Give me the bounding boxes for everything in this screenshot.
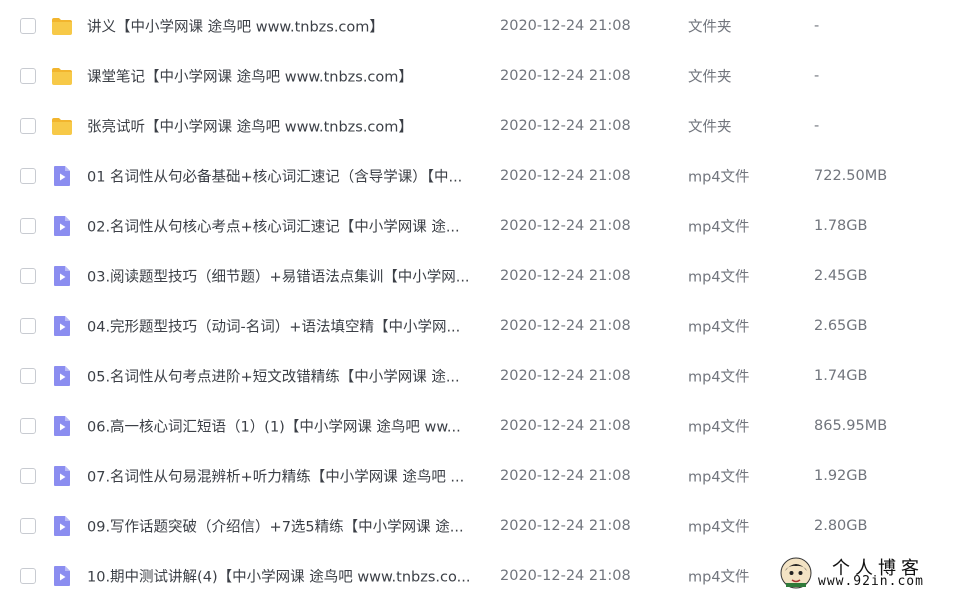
file-size: 1.78GB (814, 218, 868, 234)
file-type: mp4文件 (688, 569, 750, 586)
file-type: mp4文件 (688, 169, 750, 186)
file-row[interactable]: 07.名词性从句易混辨析+听力精练【中小学网课 途鸟吧 ... 2020-12-2… (0, 451, 969, 501)
folder-icon (52, 18, 72, 35)
file-row[interactable]: 讲义【中小学网课 途鸟吧 www.tnbzs.com】 2020-12-24 21… (0, 1, 969, 51)
modified-date: 2020-12-24 21:08 (500, 518, 631, 534)
modified-date: 2020-12-24 21:08 (500, 168, 631, 184)
video-file-icon (54, 166, 70, 186)
file-row[interactable]: 05.名词性从句考点进阶+短文改错精练【中小学网课 途... 2020-12-24… (0, 351, 969, 401)
video-file-icon (54, 466, 70, 486)
video-file-icon (54, 366, 70, 386)
file-row[interactable]: 06.高一核心词汇短语（1）(1)【中小学网课 途鸟吧 ww... 2020-12… (0, 401, 969, 451)
modified-date: 2020-12-24 21:08 (500, 68, 631, 84)
folder-icon (52, 68, 72, 85)
modified-date: 2020-12-24 21:08 (500, 568, 631, 584)
modified-date: 2020-12-24 21:08 (500, 118, 631, 134)
modified-date: 2020-12-24 21:08 (500, 368, 631, 384)
file-type: mp4文件 (688, 469, 750, 486)
avatar-icon (780, 557, 812, 589)
row-checkbox[interactable] (20, 68, 36, 84)
file-type: mp4文件 (688, 369, 750, 386)
row-checkbox[interactable] (20, 418, 36, 434)
row-checkbox[interactable] (20, 368, 36, 384)
video-file-icon (54, 516, 70, 536)
file-name[interactable]: 01 名词性从句必备基础+核心词汇速记（含导学课）【中... (87, 166, 482, 187)
file-size: - (814, 118, 820, 134)
file-name[interactable]: 10.期中测试讲解(4)【中小学网课 途鸟吧 www.tnbzs.co... (87, 566, 482, 587)
row-checkbox[interactable] (20, 518, 36, 534)
file-size: 722.50MB (814, 168, 888, 184)
video-file-icon (54, 416, 70, 436)
file-name[interactable]: 05.名词性从句考点进阶+短文改错精练【中小学网课 途... (87, 366, 482, 387)
file-size: 2.45GB (814, 268, 868, 284)
file-name[interactable]: 张亮试听【中小学网课 途鸟吧 www.tnbzs.com】 (87, 116, 482, 137)
file-name[interactable]: 03.阅读题型技巧（细节题）+易错语法点集训【中小学网... (87, 266, 482, 287)
file-name[interactable]: 02.名词性从句核心考点+核心词汇速记【中小学网课 途... (87, 216, 482, 237)
blog-watermark: 个人博客 www.92in.com (772, 552, 969, 595)
file-row[interactable]: 03.阅读题型技巧（细节题）+易错语法点集训【中小学网... 2020-12-24… (0, 251, 969, 301)
file-name[interactable]: 06.高一核心词汇短语（1）(1)【中小学网课 途鸟吧 ww... (87, 416, 482, 437)
row-checkbox[interactable] (20, 18, 36, 34)
video-file-icon (54, 266, 70, 286)
folder-icon (52, 118, 72, 135)
file-name[interactable]: 09.写作话题突破（介绍信）+7选5精练【中小学网课 途... (87, 516, 482, 537)
file-type: 文件夹 (688, 69, 732, 86)
row-checkbox[interactable] (20, 268, 36, 284)
video-file-icon (54, 566, 70, 586)
modified-date: 2020-12-24 21:08 (500, 268, 631, 284)
file-size: 865.95MB (814, 418, 888, 434)
file-size: - (814, 68, 820, 84)
file-type: mp4文件 (688, 319, 750, 336)
row-checkbox[interactable] (20, 318, 36, 334)
file-type: mp4文件 (688, 219, 750, 236)
file-size: 2.65GB (814, 318, 868, 334)
modified-date: 2020-12-24 21:08 (500, 318, 631, 334)
file-type: 文件夹 (688, 19, 732, 36)
file-row[interactable]: 课堂笔记【中小学网课 途鸟吧 www.tnbzs.com】 2020-12-24 … (0, 51, 969, 101)
file-row[interactable]: 张亮试听【中小学网课 途鸟吧 www.tnbzs.com】 2020-12-24 … (0, 101, 969, 151)
file-name[interactable]: 课堂笔记【中小学网课 途鸟吧 www.tnbzs.com】 (87, 66, 482, 87)
file-row[interactable]: 04.完形题型技巧（动词-名词）+语法填空精【中小学网... 2020-12-24… (0, 301, 969, 351)
file-name[interactable]: 07.名词性从句易混辨析+听力精练【中小学网课 途鸟吧 ... (87, 466, 482, 487)
file-size: 1.74GB (814, 368, 868, 384)
row-checkbox[interactable] (20, 118, 36, 134)
row-checkbox[interactable] (20, 168, 36, 184)
row-checkbox[interactable] (20, 468, 36, 484)
watermark-url: www.92in.com (818, 574, 924, 589)
row-checkbox[interactable] (20, 568, 36, 584)
file-type: mp4文件 (688, 419, 750, 436)
row-checkbox[interactable] (20, 218, 36, 234)
modified-date: 2020-12-24 21:08 (500, 218, 631, 234)
file-row[interactable]: 01 名词性从句必备基础+核心词汇速记（含导学课）【中... 2020-12-24… (0, 151, 969, 201)
file-type: 文件夹 (688, 119, 732, 136)
modified-date: 2020-12-24 21:08 (500, 468, 631, 484)
file-name[interactable]: 04.完形题型技巧（动词-名词）+语法填空精【中小学网... (87, 316, 482, 337)
modified-date: 2020-12-24 21:08 (500, 418, 631, 434)
file-type: mp4文件 (688, 269, 750, 286)
video-file-icon (54, 216, 70, 236)
file-name[interactable]: 讲义【中小学网课 途鸟吧 www.tnbzs.com】 (87, 16, 482, 37)
file-row[interactable]: 02.名词性从句核心考点+核心词汇速记【中小学网课 途... 2020-12-24… (0, 201, 969, 251)
modified-date: 2020-12-24 21:08 (500, 18, 631, 34)
file-size: 1.92GB (814, 468, 868, 484)
file-row[interactable]: 09.写作话题突破（介绍信）+7选5精练【中小学网课 途... 2020-12-2… (0, 501, 969, 551)
file-size: - (814, 18, 820, 34)
file-type: mp4文件 (688, 519, 750, 536)
file-size: 2.80GB (814, 518, 868, 534)
video-file-icon (54, 316, 70, 336)
